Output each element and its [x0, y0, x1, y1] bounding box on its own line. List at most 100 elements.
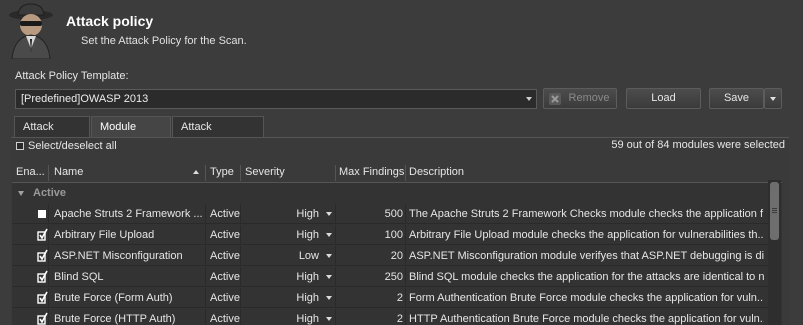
module-name: Brute Force (Form Auth): [54, 292, 173, 304]
grip-line: [772, 212, 777, 213]
column-divider: [205, 165, 206, 181]
module-description: Blind SQL module checks the application …: [409, 271, 764, 283]
module-description: Form Authentication Brute Force module c…: [409, 292, 764, 304]
checked-checkbox-icon[interactable]: [37, 291, 48, 304]
vertical-scrollbar[interactable]: [768, 180, 781, 325]
cell-divider: [48, 246, 49, 266]
column-divider: [335, 165, 336, 181]
max-findings-value[interactable]: 100: [337, 229, 403, 241]
table-row[interactable]: ASP.NET Misconfiguration Active Low 20 A…: [12, 246, 768, 266]
cell-divider: [205, 267, 206, 287]
severity-value: High: [296, 208, 319, 220]
group-label: Active: [33, 187, 67, 199]
cell-divider: [405, 267, 406, 287]
module-type: Active: [210, 292, 240, 304]
load-button[interactable]: Load: [626, 88, 701, 109]
remove-button[interactable]: Remove: [543, 88, 617, 109]
page-subtitle: Set the Attack Policy for the Scan.: [81, 35, 247, 47]
module-description: Arbitrary File Upload module checks the …: [409, 229, 764, 241]
template-label: Attack Policy Template:: [15, 70, 129, 82]
cell-divider: [205, 288, 206, 308]
module-name: Blind SQL: [54, 271, 104, 283]
severity-value: High: [296, 292, 319, 304]
cell-divider: [48, 225, 49, 245]
module-type: Active: [210, 208, 240, 220]
collapse-triangle-icon: [18, 191, 24, 196]
cell-divider: [205, 309, 206, 325]
chevron-down-icon: [326, 254, 332, 258]
table-row[interactable]: Brute Force (HTTP Auth) Active High 2 HT…: [12, 309, 768, 325]
severity-select[interactable]: High: [243, 205, 338, 222]
col-enabled[interactable]: Ena...: [16, 166, 45, 178]
remove-x-icon: [549, 93, 561, 105]
group-header-active[interactable]: Active: [12, 184, 768, 204]
checked-checkbox-icon[interactable]: [37, 312, 48, 325]
table-header: Ena... Name Type Severity Max Findings D…: [12, 163, 782, 183]
column-divider: [405, 165, 406, 181]
checkbox-box: [16, 142, 24, 150]
chevron-down-icon: [326, 296, 332, 300]
cell-divider: [48, 204, 49, 224]
chevron-down-icon: [770, 97, 776, 101]
checked-checkbox-icon[interactable]: [37, 249, 48, 262]
cell-divider: [48, 267, 49, 287]
max-findings-value[interactable]: 250: [337, 271, 403, 283]
chevron-down-icon: [326, 317, 332, 321]
col-type[interactable]: Type: [210, 166, 234, 178]
module-type: Active: [210, 313, 240, 325]
cell-divider: [205, 204, 206, 224]
module-name: Brute Force (HTTP Auth): [54, 313, 176, 325]
save-dropdown-button[interactable]: [764, 88, 782, 109]
sort-ascending-icon: [193, 170, 199, 174]
spy-avatar-icon: [9, 3, 53, 59]
module-type: Active: [210, 250, 240, 262]
chevron-down-icon: [326, 233, 332, 237]
page-title: Attack policy: [66, 13, 154, 29]
module-name: ASP.NET Misconfiguration: [54, 250, 183, 262]
scrollbar-thumb[interactable]: [770, 182, 779, 240]
chevron-down-icon: [526, 97, 532, 101]
cell-divider: [48, 309, 49, 325]
header: Attack policy Set the Attack Policy for …: [0, 0, 803, 62]
select-all-label: Select/deselect all: [28, 140, 117, 152]
col-severity[interactable]: Severity: [245, 166, 285, 178]
severity-select[interactable]: High: [243, 268, 338, 285]
severity-select[interactable]: High: [243, 226, 338, 243]
template-select-value: [Predefined]OWASP 2013: [21, 93, 149, 105]
module-name: Apache Struts 2 Framework ...: [54, 208, 203, 220]
cell-divider: [48, 288, 49, 308]
severity-select[interactable]: High: [243, 289, 338, 306]
save-button[interactable]: Save: [709, 88, 764, 109]
checked-checkbox-icon[interactable]: [37, 228, 48, 241]
tab-module-policy[interactable]: Module Policy: [91, 116, 171, 153]
unchecked-checkbox-icon[interactable]: [37, 207, 48, 220]
checked-checkbox-icon[interactable]: [37, 270, 48, 283]
table-row[interactable]: Brute Force (Form Auth) Active High 2 Fo…: [12, 288, 768, 308]
remove-button-label: Remove: [568, 92, 610, 104]
table-row[interactable]: Blind SQL Active High 250 Blind SQL modu…: [12, 267, 768, 287]
col-description[interactable]: Description: [409, 166, 464, 178]
severity-select[interactable]: High: [243, 310, 338, 325]
module-name: Arbitrary File Upload: [54, 229, 155, 241]
col-name[interactable]: Name: [54, 166, 83, 178]
chevron-down-icon: [326, 275, 332, 279]
load-button-label: Load: [651, 92, 676, 104]
max-findings-value[interactable]: 500: [337, 208, 403, 220]
table-row[interactable]: Apache Struts 2 Framework ... Active Hig…: [12, 204, 768, 224]
table-row[interactable]: Arbitrary File Upload Active High 100 Ar…: [12, 225, 768, 245]
module-description: The Apache Struts 2 Framework Checks mod…: [409, 208, 764, 220]
col-max-findings[interactable]: Max Findings: [339, 166, 404, 178]
cell-divider: [205, 246, 206, 266]
max-findings-value[interactable]: 2: [337, 292, 403, 304]
tab-attack-locations[interactable]: Attack Locations: [172, 116, 264, 153]
select-all-checkbox[interactable]: Select/deselect all: [16, 140, 117, 153]
tab-attack-policy[interactable]: Attack Policy: [14, 116, 90, 153]
severity-select[interactable]: Low: [243, 247, 338, 264]
template-select[interactable]: [Predefined]OWASP 2013: [15, 89, 537, 109]
severity-value: Low: [298, 250, 319, 262]
severity-value: High: [296, 313, 319, 325]
cell-divider: [205, 225, 206, 245]
chevron-down-icon: [326, 212, 332, 216]
max-findings-value[interactable]: 2: [337, 313, 403, 325]
max-findings-value[interactable]: 20: [337, 250, 403, 262]
